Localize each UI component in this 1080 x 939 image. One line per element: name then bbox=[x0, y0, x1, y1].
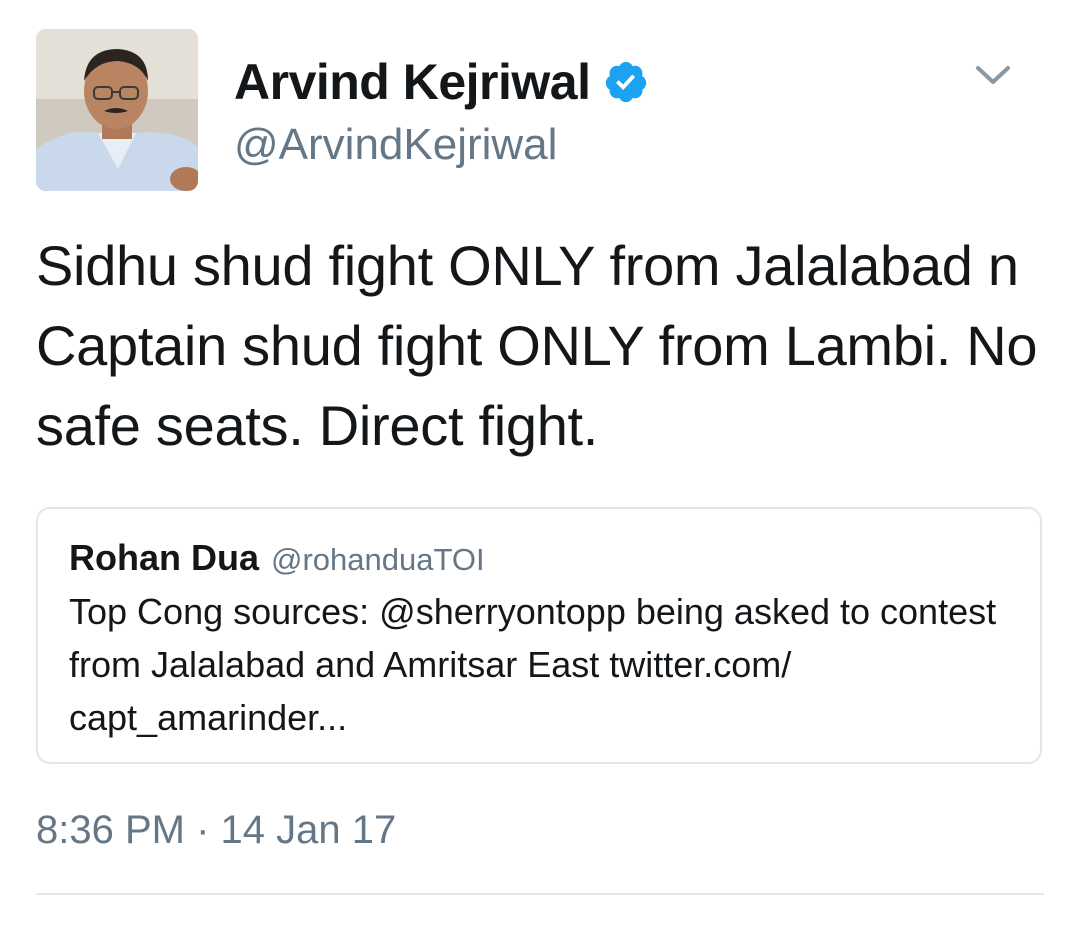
quoted-tweet-text: Top Cong sources: @sherryontopp being as… bbox=[69, 591, 997, 738]
avatar-photo bbox=[36, 29, 198, 191]
chevron-down-icon[interactable] bbox=[970, 56, 1016, 96]
tweet-timestamp[interactable]: 8:36 PM · 14 Jan 17 bbox=[36, 808, 396, 853]
author-name-row: Arvind Kejriwal bbox=[234, 50, 649, 114]
verified-badge-icon bbox=[603, 59, 649, 105]
tweet-container: Arvind Kejriwal @ArvindKejriwal Sidhu sh… bbox=[0, 0, 1080, 939]
author-handle[interactable]: @ArvindKejriwal bbox=[234, 120, 557, 170]
quoted-tweet-header: Rohan Dua @rohanduaTOI bbox=[69, 537, 485, 579]
tweet-text: Sidhu shud fight ONLY from Jalalabad n C… bbox=[36, 234, 1038, 457]
quoted-author-handle: @rohanduaTOI bbox=[271, 542, 485, 577]
quoted-tweet-card[interactable]: Rohan Dua @rohanduaTOI Top Cong sources:… bbox=[36, 507, 1042, 764]
divider bbox=[36, 893, 1044, 895]
quoted-author-name: Rohan Dua bbox=[69, 537, 260, 578]
avatar[interactable] bbox=[36, 29, 198, 191]
author-display-name[interactable]: Arvind Kejriwal bbox=[234, 53, 591, 111]
